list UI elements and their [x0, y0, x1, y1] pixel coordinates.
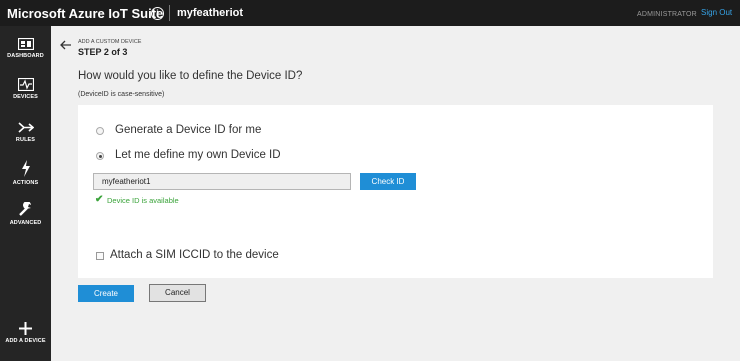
sidebar-item-actions[interactable]: ACTIONS — [0, 160, 51, 186]
header-divider — [169, 5, 170, 21]
user-role: ADMINISTRATOR — [637, 11, 697, 18]
wizard-step: STEP 2 of 3 — [78, 47, 128, 57]
generate-id-radio[interactable] — [96, 127, 104, 135]
create-button[interactable]: Create — [78, 285, 134, 302]
sidebar-item-dashboard[interactable]: DASHBOARD — [0, 38, 51, 59]
info-icon[interactable]: i — [151, 7, 164, 20]
top-bar: Microsoft Azure IoT Suite i myfeatheriot… — [0, 0, 740, 26]
add-device-button[interactable]: ADD A DEVICE — [0, 322, 51, 344]
sidebar-item-devices[interactable]: DEVICES — [0, 78, 51, 100]
generate-id-label[interactable]: Generate a Device ID for me — [115, 124, 261, 136]
availability-status: Device ID is available — [107, 196, 179, 205]
dashboard-icon — [17, 38, 34, 50]
app-title[interactable]: Microsoft Azure IoT Suite — [7, 6, 163, 21]
plus-icon — [19, 322, 32, 335]
check-id-button[interactable]: Check ID — [360, 173, 416, 190]
wizard-subtitle: ADD A CUSTOM DEVICE — [78, 39, 142, 45]
sign-out-link[interactable]: Sign Out — [701, 8, 732, 17]
define-id-radio[interactable] — [96, 152, 104, 160]
checkmark-icon: ✔ — [95, 194, 104, 205]
sidebar: DASHBOARD DEVICES RULES ACTIONS ADVANCED… — [0, 26, 51, 361]
advanced-icon — [19, 202, 31, 216]
solution-name: myfeatheriot — [177, 7, 244, 19]
devices-icon — [17, 78, 34, 91]
sidebar-item-label: RULES — [15, 137, 36, 143]
sim-iccid-label[interactable]: Attach a SIM ICCID to the device — [110, 249, 279, 261]
sidebar-item-label: DEVICES — [13, 94, 38, 100]
page-title: How would you like to define the Device … — [78, 70, 303, 82]
rules-icon — [17, 122, 34, 133]
sidebar-item-rules[interactable]: RULES — [0, 121, 51, 143]
sidebar-item-advanced[interactable]: ADVANCED — [0, 202, 51, 226]
device-id-input[interactable] — [93, 173, 351, 190]
case-sensitive-note: (DeviceID is case-sensitive) — [78, 91, 165, 98]
sidebar-item-label: DASHBOARD — [7, 53, 44, 59]
device-id-panel: Generate a Device ID for me Let me defin… — [78, 105, 713, 278]
add-device-label: ADD A DEVICE — [5, 338, 46, 344]
cancel-button[interactable]: Cancel — [149, 284, 206, 302]
sim-iccid-checkbox[interactable] — [96, 252, 104, 260]
sidebar-item-label: ADVANCED — [9, 220, 42, 226]
define-id-label[interactable]: Let me define my own Device ID — [115, 149, 281, 161]
actions-icon — [21, 160, 30, 177]
sidebar-item-label: ACTIONS — [12, 180, 39, 186]
back-arrow-icon[interactable] — [59, 38, 73, 52]
